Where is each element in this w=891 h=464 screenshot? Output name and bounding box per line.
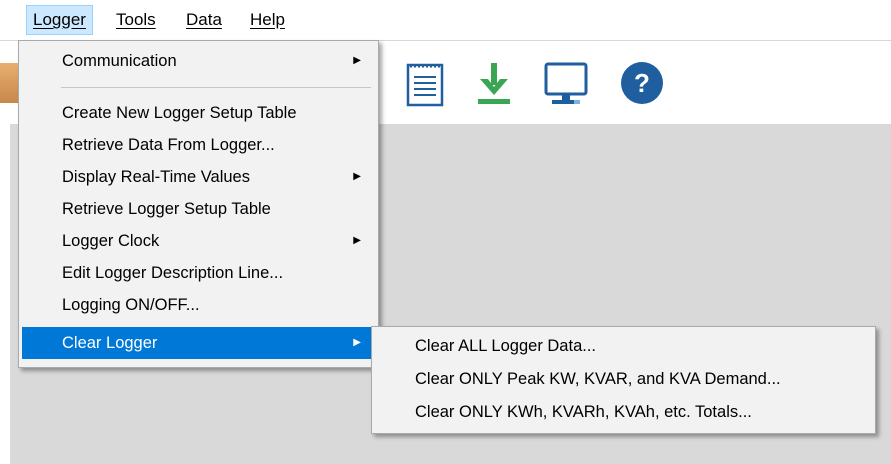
menu-item-logger-clock[interactable]: Logger Clock ▶ xyxy=(22,225,375,257)
submenu-item-label: Clear ONLY Peak KW, KVAR, and KVA Demand… xyxy=(415,370,781,388)
notepad-icon[interactable] xyxy=(398,55,454,111)
help-glyph: ? xyxy=(634,68,650,98)
menu-item-edit-description[interactable]: Edit Logger Description Line... xyxy=(22,257,375,289)
menu-item-label: Communication xyxy=(62,52,177,70)
menu-item-retrieve-data[interactable]: Retrieve Data From Logger... xyxy=(22,129,375,161)
menu-item-retrieve-setup-table[interactable]: Retrieve Logger Setup Table xyxy=(22,193,375,225)
menu-item-label: Retrieve Data From Logger... xyxy=(62,136,275,154)
submenu-item-label: Clear ONLY KWh, KVARh, KVAh, etc. Totals… xyxy=(415,403,752,421)
menu-separator xyxy=(61,87,371,88)
monitor-icon[interactable] xyxy=(538,55,594,111)
menu-item-label: Logging ON/OFF... xyxy=(62,296,200,314)
submenu-item-clear-totals[interactable]: Clear ONLY KWh, KVARh, KVAh, etc. Totals… xyxy=(375,396,872,428)
menu-help[interactable]: Help xyxy=(244,6,291,34)
menu-tools[interactable]: Tools xyxy=(110,6,162,34)
menu-item-label: Edit Logger Description Line... xyxy=(62,264,284,282)
menu-item-label: Create New Logger Setup Table xyxy=(62,104,297,122)
menu-item-label: Logger Clock xyxy=(62,232,160,250)
download-icon[interactable] xyxy=(466,55,522,111)
workspace-edge xyxy=(0,124,10,464)
submenu-item-label: Clear ALL Logger Data... xyxy=(415,337,597,355)
menu-item-communication[interactable]: Communication ▶ xyxy=(22,45,375,77)
submenu-item-clear-peak-demand[interactable]: Clear ONLY Peak KW, KVAR, and KVA Demand… xyxy=(375,363,872,395)
submenu-arrow-icon: ▶ xyxy=(353,55,361,66)
menu-item-label: Clear Logger xyxy=(62,334,158,352)
menu-logger[interactable]: Logger xyxy=(26,5,93,35)
submenu-arrow-icon: ▶ xyxy=(353,235,361,246)
submenu-arrow-icon: ▶ xyxy=(353,171,361,182)
menu-item-display-realtime[interactable]: Display Real-Time Values ▶ xyxy=(22,161,375,193)
logger-dropdown-menu: Communication ▶ Create New Logger Setup … xyxy=(18,40,379,368)
help-icon[interactable]: ? xyxy=(614,55,670,111)
menu-item-create-setup-table[interactable]: Create New Logger Setup Table xyxy=(22,97,375,129)
menu-item-logging-on-off[interactable]: Logging ON/OFF... xyxy=(22,289,375,321)
submenu-arrow-icon: ▶ xyxy=(353,337,361,348)
menu-item-label: Retrieve Logger Setup Table xyxy=(62,200,271,218)
menu-item-clear-logger[interactable]: Clear Logger ▶ xyxy=(22,327,375,359)
menu-bar: Logger Tools Data Help xyxy=(0,0,891,40)
toolbar-accent xyxy=(0,63,18,103)
clear-logger-submenu: Clear ALL Logger Data... Clear ONLY Peak… xyxy=(371,326,876,434)
menu-item-label: Display Real-Time Values xyxy=(62,168,250,186)
menu-data[interactable]: Data xyxy=(180,6,228,34)
submenu-item-clear-all[interactable]: Clear ALL Logger Data... xyxy=(375,330,872,362)
